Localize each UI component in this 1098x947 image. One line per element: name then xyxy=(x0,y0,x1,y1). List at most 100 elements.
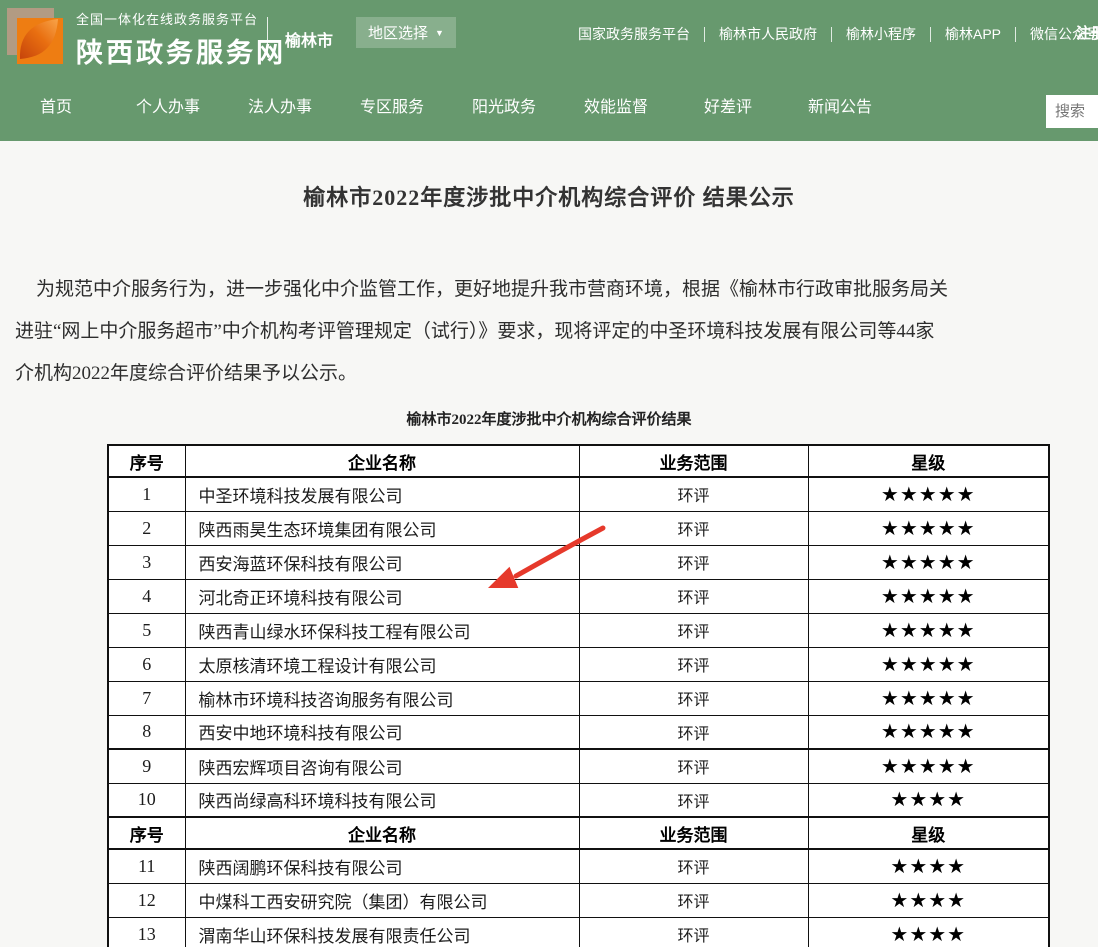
platform-label: 全国一体化在线政务服务平台 xyxy=(76,9,286,28)
star-rating-cell: ★★★★★ xyxy=(808,545,1049,579)
star-rating-cell: ★★★★★ xyxy=(808,715,1049,749)
scope-cell: 环评 xyxy=(579,917,808,947)
table-row: 1中圣环境科技发展有限公司环评★★★★★ xyxy=(108,477,1049,511)
scope-cell: 环评 xyxy=(579,647,808,681)
brand-block: 全国一体化在线政务服务平台 陕西政务服务网 xyxy=(76,9,286,70)
results-table-body: 序号企业名称业务范围星级1中圣环境科技发展有限公司环评★★★★★2陕西雨昊生态环… xyxy=(108,445,1049,947)
link-separator xyxy=(704,27,705,42)
nav-item-legal-person[interactable]: 法人办事 xyxy=(224,75,336,141)
main-nav: 首页 个人办事 法人办事 专区服务 阳光政务 效能监督 好差评 新闻公告 xyxy=(0,75,1098,141)
name-cell: 陕西宏辉项目咨询有限公司 xyxy=(185,749,579,783)
table-row: 9陕西宏辉项目咨询有限公司环评★★★★★ xyxy=(108,749,1049,783)
scope-cell: 环评 xyxy=(579,749,808,783)
name-cell: 西安中地环境科技有限公司 xyxy=(185,715,579,749)
top-links: 国家政务服务平台 榆林市人民政府 榆林小程序 榆林APP 微信公众号 xyxy=(578,24,1098,44)
no-cell: 2 xyxy=(108,511,185,545)
column-header: 序号 xyxy=(108,445,185,477)
top-link-city-government[interactable]: 榆林市人民政府 xyxy=(719,24,817,44)
no-cell: 7 xyxy=(108,681,185,715)
column-header: 业务范围 xyxy=(579,817,808,849)
site-header: 全国一体化在线政务服务平台 陕西政务服务网 榆林市 地区选择 ▼ 国家政务服务平… xyxy=(0,0,1098,141)
table-row: 10陕西尚绿高科环境科技有限公司环评★★★★ xyxy=(108,783,1049,817)
column-header: 企业名称 xyxy=(185,445,579,477)
table-row: 4河北奇正环境科技有限公司环评★★★★★ xyxy=(108,579,1049,613)
table-row: 2陕西雨昊生态环境集团有限公司环评★★★★★ xyxy=(108,511,1049,545)
table-row: 13渭南华山环保科技发展有限责任公司环评★★★★ xyxy=(108,917,1049,947)
table-row: 7榆林市环境科技咨询服务有限公司环评★★★★★ xyxy=(108,681,1049,715)
scope-cell: 环评 xyxy=(579,511,808,545)
star-rating-cell: ★★★★ xyxy=(808,849,1049,883)
name-cell: 陕西尚绿高科环境科技有限公司 xyxy=(185,783,579,817)
site-name: 陕西政务服务网 xyxy=(76,31,286,70)
announcement-content: 榆林市2022年度涉批中介机构综合评价 结果公示 为规范中介服务行为，进一步强化… xyxy=(0,141,1098,947)
no-cell: 11 xyxy=(108,849,185,883)
top-link-app[interactable]: 榆林APP xyxy=(945,24,1001,44)
star-rating-cell: ★★★★★ xyxy=(808,749,1049,783)
name-cell: 渭南华山环保科技发展有限责任公司 xyxy=(185,917,579,947)
no-cell: 9 xyxy=(108,749,185,783)
scope-cell: 环评 xyxy=(579,613,808,647)
no-cell: 6 xyxy=(108,647,185,681)
star-rating-cell: ★★★★★ xyxy=(808,613,1049,647)
site-logo-icon xyxy=(5,6,63,64)
chevron-down-icon: ▼ xyxy=(435,28,444,38)
star-rating-cell: ★★★★★ xyxy=(808,579,1049,613)
column-header: 序号 xyxy=(108,817,185,849)
star-rating-cell: ★★★★★ xyxy=(808,477,1049,511)
table-row: 12中煤科工西安研究院（集团）有限公司环评★★★★ xyxy=(108,883,1049,917)
name-cell: 太原核清环境工程设计有限公司 xyxy=(185,647,579,681)
scope-cell: 环评 xyxy=(579,849,808,883)
name-cell: 陕西青山绿水环保科技工程有限公司 xyxy=(185,613,579,647)
no-cell: 12 xyxy=(108,883,185,917)
paragraph-line: 进驻“网上中介服务超市”中介机构考评管理规定（试行）》要求，现将评定的中圣环境科… xyxy=(15,311,1098,353)
scope-cell: 环评 xyxy=(579,783,808,817)
nav-item-home[interactable]: 首页 xyxy=(0,75,112,141)
register-link[interactable]: 注册 xyxy=(1076,22,1098,43)
results-table: 序号企业名称业务范围星级1中圣环境科技发展有限公司环评★★★★★2陕西雨昊生态环… xyxy=(107,444,1050,947)
star-rating-cell: ★★★★ xyxy=(808,883,1049,917)
page-title: 榆林市2022年度涉批中介机构综合评价 结果公示 xyxy=(0,180,1098,212)
top-link-mini-program[interactable]: 榆林小程序 xyxy=(846,24,916,44)
nav-item-special-services[interactable]: 专区服务 xyxy=(336,75,448,141)
paragraph-line: 为规范中介服务行为，进一步强化中介监管工作，更好地提升我市营商环境，根据《榆林市… xyxy=(15,269,1098,311)
nav-item-supervision[interactable]: 效能监督 xyxy=(560,75,672,141)
name-cell: 河北奇正环境科技有限公司 xyxy=(185,579,579,613)
top-link-national-platform[interactable]: 国家政务服务平台 xyxy=(578,24,690,44)
nav-item-personal[interactable]: 个人办事 xyxy=(112,75,224,141)
scope-cell: 环评 xyxy=(579,715,808,749)
no-cell: 5 xyxy=(108,613,185,647)
no-cell: 8 xyxy=(108,715,185,749)
column-header: 星级 xyxy=(808,817,1049,849)
scope-cell: 环评 xyxy=(579,579,808,613)
no-cell: 10 xyxy=(108,783,185,817)
no-cell: 1 xyxy=(108,477,185,511)
name-cell: 陕西阔鹏环保科技有限公司 xyxy=(185,849,579,883)
link-separator xyxy=(930,27,931,42)
search-input[interactable] xyxy=(1046,95,1098,128)
column-header: 企业名称 xyxy=(185,817,579,849)
no-cell: 3 xyxy=(108,545,185,579)
region-selector-button[interactable]: 地区选择 ▼ xyxy=(356,17,456,48)
no-cell: 4 xyxy=(108,579,185,613)
scope-cell: 环评 xyxy=(579,883,808,917)
table-row: 5陕西青山绿水环保科技工程有限公司环评★★★★★ xyxy=(108,613,1049,647)
no-cell: 13 xyxy=(108,917,185,947)
nav-item-open-government[interactable]: 阳光政务 xyxy=(448,75,560,141)
table-caption: 榆林市2022年度涉批中介机构综合评价结果 xyxy=(0,408,1098,429)
brand-divider xyxy=(267,17,268,57)
star-rating-cell: ★★★★★ xyxy=(808,511,1049,545)
scope-cell: 环评 xyxy=(579,681,808,715)
paragraph-line: 介机构2022年度综合评价结果予以公示。 xyxy=(15,353,1098,395)
name-cell: 中圣环境科技发展有限公司 xyxy=(185,477,579,511)
nav-item-news[interactable]: 新闻公告 xyxy=(784,75,896,141)
column-header: 业务范围 xyxy=(579,445,808,477)
name-cell: 西安海蓝环保科技有限公司 xyxy=(185,545,579,579)
star-rating-cell: ★★★★ xyxy=(808,917,1049,947)
star-rating-cell: ★★★★★ xyxy=(808,681,1049,715)
table-row: 6太原核清环境工程设计有限公司环评★★★★★ xyxy=(108,647,1049,681)
announcement-paragraph: 为规范中介服务行为，进一步强化中介监管工作，更好地提升我市营商环境，根据《榆林市… xyxy=(15,269,1098,395)
table-header-row: 序号企业名称业务范围星级 xyxy=(108,445,1049,477)
nav-item-reviews[interactable]: 好差评 xyxy=(672,75,784,141)
page: 全国一体化在线政务服务平台 陕西政务服务网 榆林市 地区选择 ▼ 国家政务服务平… xyxy=(0,0,1098,947)
table-row: 3西安海蓝环保科技有限公司环评★★★★★ xyxy=(108,545,1049,579)
